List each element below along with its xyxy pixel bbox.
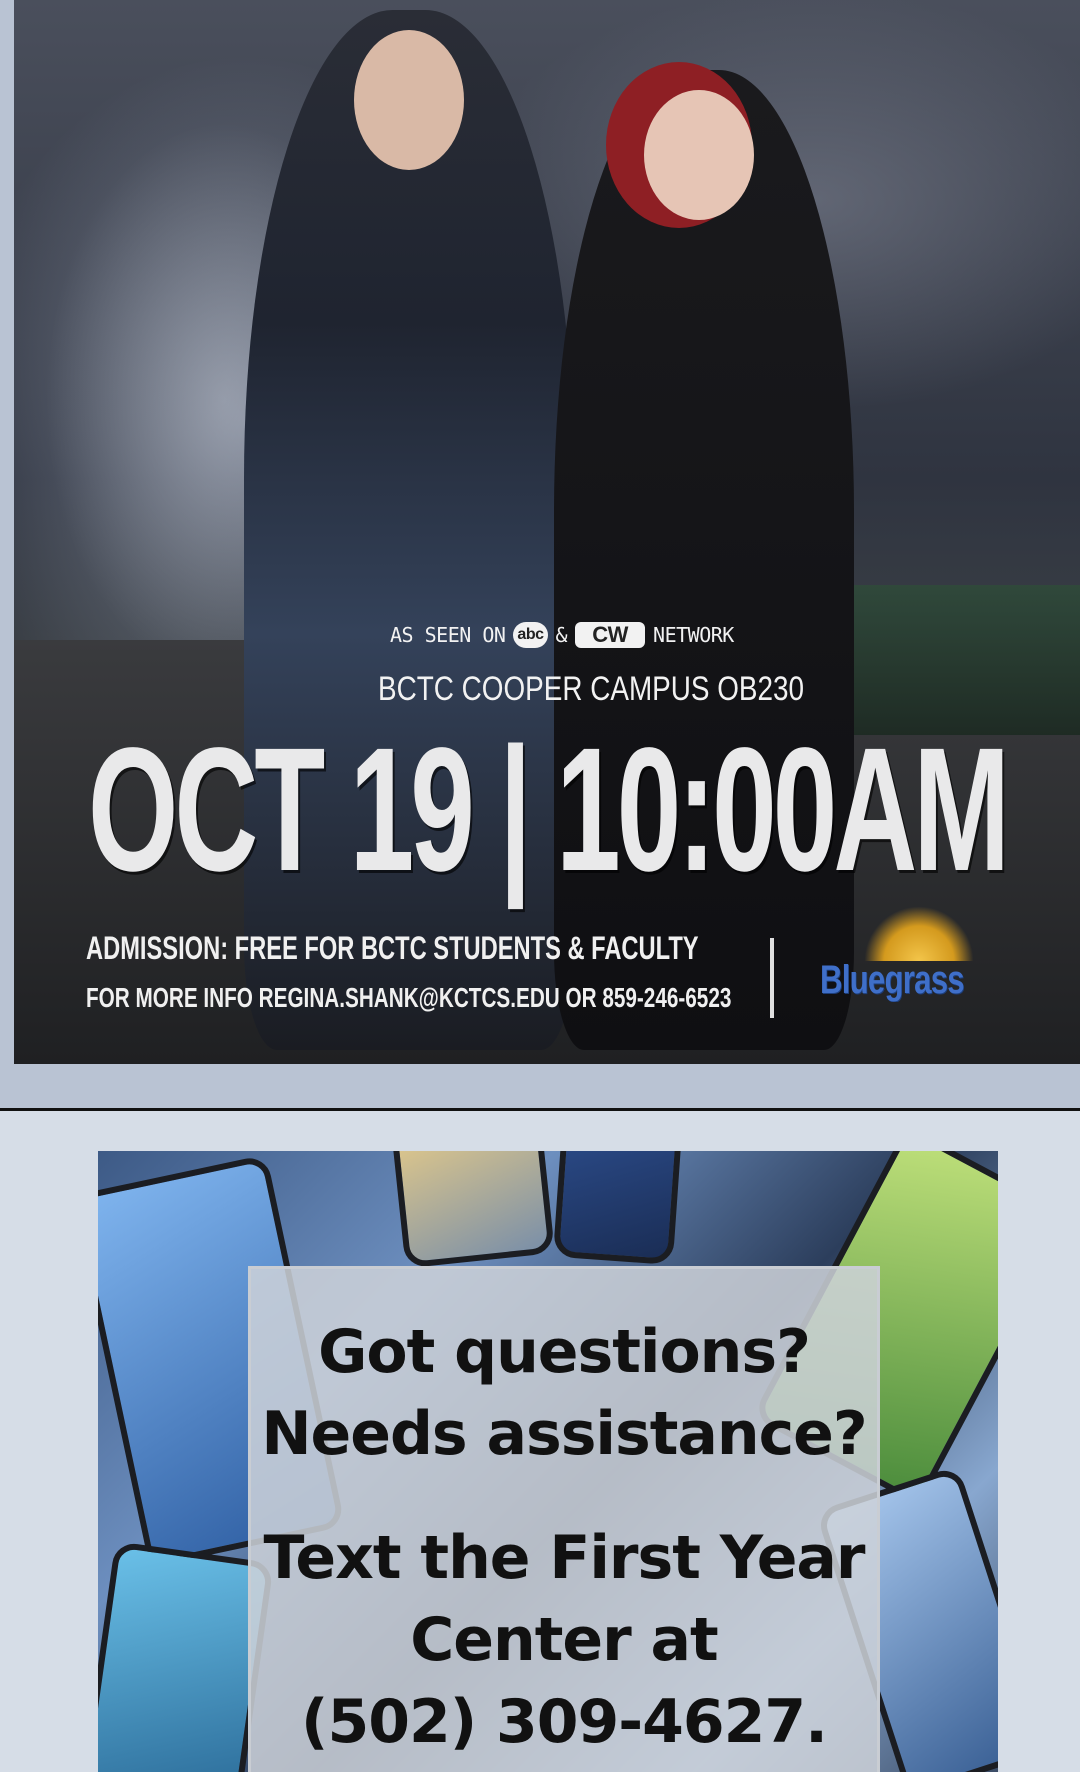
question-line-2: Needs assistance?: [261, 1399, 867, 1469]
text-line-image[interactable]: Got questions? Needs assistance? Text th…: [98, 1151, 998, 1772]
message-box: Got questions? Needs assistance? Text th…: [248, 1266, 880, 1772]
instruction-line-2: Center at: [410, 1605, 718, 1675]
divider-line: [770, 938, 774, 1018]
phone-number: (502) 309-4627.: [301, 1687, 828, 1757]
sunburst-icon: [864, 906, 974, 961]
bluegrass-logo: Bluegrass: [820, 906, 1020, 1026]
smartphone-icon: [552, 1151, 684, 1266]
text-line-post: Got questions? Needs assistance? Text th…: [0, 1111, 1080, 1772]
event-datetime: OCT 19 | 10:00AM: [88, 712, 1010, 908]
event-location: BCTC COOPER CAMPUS OB230: [378, 670, 805, 708]
instruction-line-1: Text the First Year: [263, 1523, 865, 1593]
contact-info-text: FOR MORE INFO REGINA.SHANK@KCTCS.EDU OR …: [86, 982, 732, 1013]
cw-logo-icon: CW: [575, 622, 646, 648]
event-poster-post: AS SEEN ON abc & CW NETWORK BCTC COOPER …: [0, 0, 1080, 1108]
smartphone-icon: [391, 1151, 555, 1269]
as-seen-on-line: AS SEEN ON abc & CW NETWORK: [390, 618, 750, 652]
ampersand: &: [555, 623, 568, 647]
as-seen-on-label: AS SEEN ON: [390, 623, 506, 647]
network-label: NETWORK: [653, 623, 734, 647]
admission-text: ADMISSION: FREE FOR BCTC STUDENTS & FACU…: [86, 930, 699, 966]
bluegrass-logo-text: Bluegrass: [820, 958, 965, 1002]
female-host-head: [644, 90, 754, 220]
event-poster-image[interactable]: AS SEEN ON abc & CW NETWORK BCTC COOPER …: [14, 0, 1080, 1064]
male-host-head: [354, 30, 464, 170]
feed-screen: AS SEEN ON abc & CW NETWORK BCTC COOPER …: [0, 0, 1080, 1772]
question-line-1: Got questions?: [318, 1317, 811, 1387]
abc-logo-icon: abc: [513, 622, 548, 648]
